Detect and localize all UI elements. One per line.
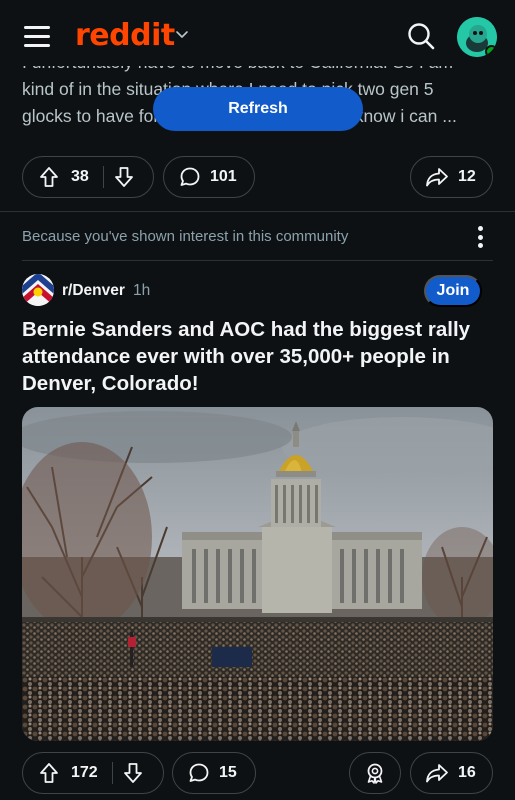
- subreddit-icon[interactable]: [22, 274, 54, 306]
- share-icon: [426, 168, 448, 187]
- join-button[interactable]: Join: [424, 275, 482, 307]
- vote-divider: [102, 166, 104, 188]
- vote-divider: [111, 762, 113, 784]
- post-title[interactable]: Bernie Sanders and AOC had the biggest r…: [22, 316, 492, 397]
- more-icon[interactable]: [470, 224, 490, 250]
- award-button[interactable]: [349, 752, 401, 794]
- downvote-icon[interactable]: [121, 761, 145, 785]
- upvote-icon[interactable]: [37, 165, 61, 189]
- vote-pill: 172: [22, 752, 164, 794]
- menu-icon[interactable]: [24, 26, 50, 48]
- chevron-down-icon[interactable]: [174, 26, 190, 42]
- upvote-icon[interactable]: [37, 761, 61, 785]
- refresh-button[interactable]: Refresh: [153, 87, 363, 131]
- top-bar: reddit: [0, 0, 515, 66]
- comment-icon: [189, 763, 209, 782]
- comment-icon: [180, 167, 200, 186]
- online-status-dot: [485, 45, 497, 57]
- downvote-icon[interactable]: [112, 165, 136, 189]
- post-age: 1h: [133, 282, 151, 299]
- share-button[interactable]: 12: [410, 156, 493, 198]
- vote-pill: 38: [22, 156, 154, 198]
- recommendation-reason: Because you've shown interest in this co…: [22, 228, 349, 245]
- share-icon: [426, 764, 448, 783]
- upvote-count: 38: [71, 168, 89, 185]
- share-count: 12: [458, 168, 476, 185]
- reddit-logo[interactable]: reddit: [75, 18, 175, 53]
- comment-count: 101: [210, 168, 237, 185]
- reason-divider: [22, 260, 493, 261]
- comments-button[interactable]: 15: [172, 752, 256, 794]
- comments-button[interactable]: 101: [163, 156, 255, 198]
- award-icon: [367, 763, 383, 784]
- subreddit-name[interactable]: r/Denver: [62, 282, 125, 300]
- post-image[interactable]: [22, 407, 493, 741]
- search-icon[interactable]: [405, 20, 437, 52]
- comment-count: 15: [219, 764, 237, 781]
- share-button[interactable]: 16: [410, 752, 493, 794]
- feed-divider: [0, 211, 515, 212]
- upvote-count: 172: [71, 764, 98, 781]
- share-count: 16: [458, 764, 476, 781]
- avatar[interactable]: [457, 17, 497, 57]
